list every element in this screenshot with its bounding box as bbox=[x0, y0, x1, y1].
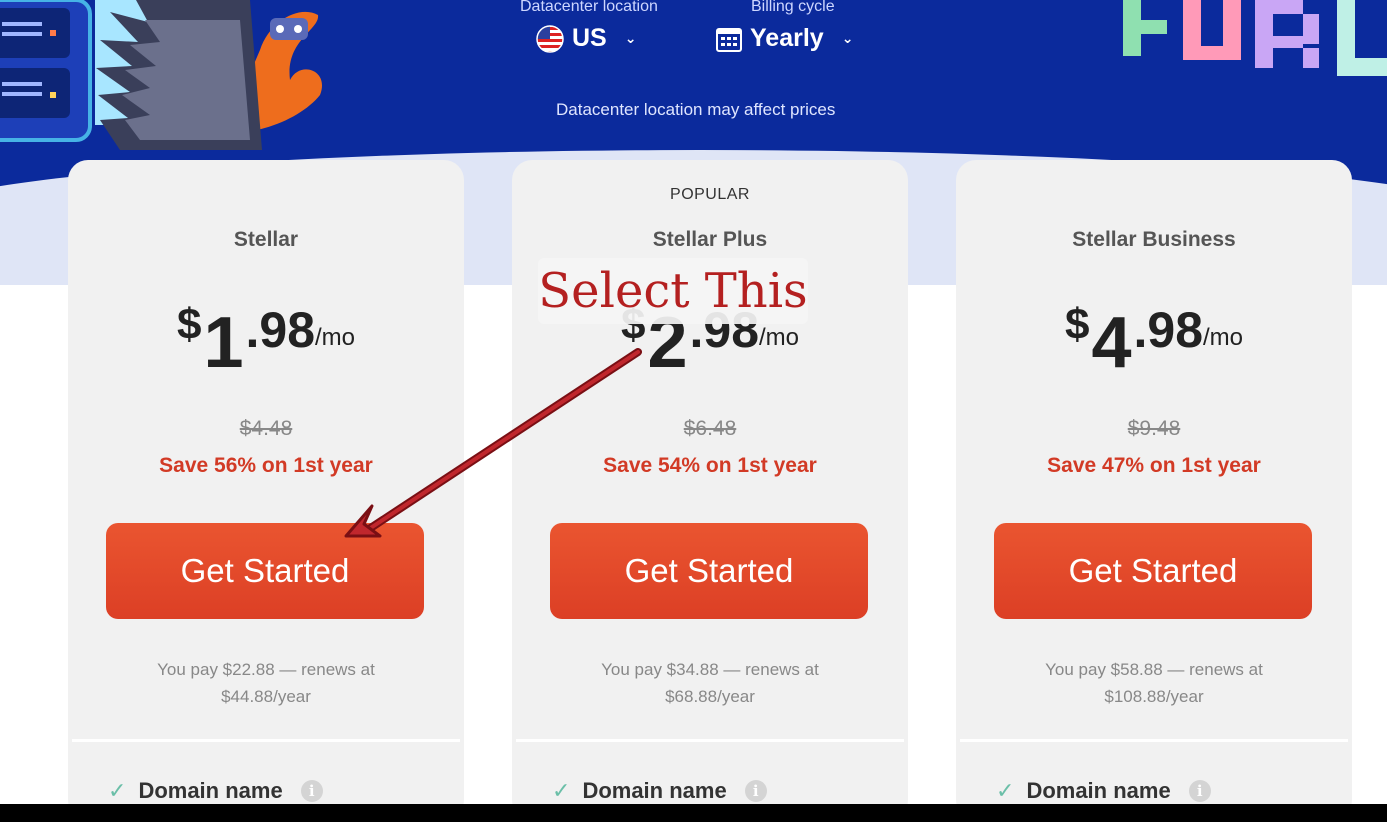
billing-dropdown[interactable]: Yearly ⌄ bbox=[716, 24, 853, 53]
feature-item: ✓ Domain name i bbox=[996, 778, 1211, 804]
location-dropdown[interactable]: US ⌄ bbox=[536, 24, 658, 53]
calendar-icon bbox=[716, 27, 742, 52]
datacenter-location-label: Datacenter location bbox=[520, 0, 658, 15]
price-dollars: 1 bbox=[203, 303, 244, 383]
price-period: /mo bbox=[759, 324, 800, 351]
divider bbox=[960, 739, 1348, 742]
chevron-down-icon: ⌄ bbox=[841, 30, 854, 46]
renew-line: $68.88/year bbox=[665, 687, 755, 706]
save-text: Save 56% on 1st year bbox=[159, 454, 373, 477]
get-started-button[interactable]: Get Started bbox=[550, 523, 868, 619]
plan-price: $4.98/mo bbox=[956, 300, 1352, 384]
price-currency: $ bbox=[176, 300, 202, 349]
plan-card-stellar: Stellar $1.98/mo $4.48 Save 56% on 1st y… bbox=[68, 160, 464, 820]
renew-text: You pay $34.88 — renews at $68.88/year bbox=[552, 656, 868, 710]
datacenter-location-selector: Datacenter location US ⌄ bbox=[520, 0, 658, 53]
price-period: /mo bbox=[315, 324, 356, 351]
popular-badge: POPULAR bbox=[670, 186, 750, 203]
plan-card-stellar-business: Stellar Business $4.98/mo $9.48 Save 47%… bbox=[956, 160, 1352, 820]
renew-line: You pay $58.88 — renews at bbox=[1045, 660, 1263, 679]
divider bbox=[72, 739, 460, 742]
feature-item: ✓ Domain name i bbox=[108, 778, 323, 804]
save-text: Save 54% on 1st year bbox=[603, 454, 817, 477]
plan-name: Stellar Business bbox=[1072, 228, 1236, 251]
old-price: $9.48 bbox=[1127, 417, 1181, 440]
check-icon: ✓ bbox=[108, 778, 127, 803]
renew-line: You pay $34.88 — renews at bbox=[601, 660, 819, 679]
renew-line: You pay $22.88 — renews at bbox=[157, 660, 375, 679]
renew-line: $44.88/year bbox=[221, 687, 311, 706]
feature-label: Domain name bbox=[582, 778, 727, 803]
info-icon[interactable]: i bbox=[1188, 780, 1211, 802]
bottom-bar bbox=[0, 804, 1387, 822]
renew-text: You pay $22.88 — renews at $44.88/year bbox=[108, 656, 424, 710]
feature-item: ✓ Domain name i bbox=[552, 778, 767, 804]
plan-name: Stellar Plus bbox=[652, 228, 768, 251]
divider bbox=[516, 739, 904, 742]
price-cents: .98 bbox=[245, 302, 316, 358]
info-icon[interactable]: i bbox=[744, 780, 767, 802]
billing-cycle-label: Billing cycle bbox=[751, 0, 835, 15]
billing-value: Yearly bbox=[750, 24, 824, 52]
get-started-button[interactable]: Get Started bbox=[106, 523, 424, 619]
feature-label: Domain name bbox=[1026, 778, 1171, 803]
renew-line: $108.88/year bbox=[1104, 687, 1204, 706]
us-flag-icon bbox=[536, 24, 564, 53]
hedgehog-illustration bbox=[0, 0, 323, 150]
price-dollars: 4 bbox=[1091, 303, 1132, 383]
info-icon[interactable]: i bbox=[300, 780, 323, 802]
feature-label: Domain name bbox=[138, 778, 283, 803]
billing-cycle-selector: Billing cycle Yearly ⌄ bbox=[716, 0, 853, 53]
datacenter-note: Datacenter location may affect prices bbox=[556, 100, 836, 119]
save-text: Save 47% on 1st year bbox=[1047, 454, 1261, 477]
price-period: /mo bbox=[1203, 324, 1244, 351]
renew-text: You pay $58.88 — renews at $108.88/year bbox=[996, 656, 1312, 710]
chevron-down-icon: ⌄ bbox=[624, 30, 637, 46]
old-price: $4.48 bbox=[239, 417, 293, 440]
old-price: $6.48 bbox=[683, 417, 737, 440]
plan-price: $1.98/mo bbox=[68, 300, 464, 384]
get-started-button[interactable]: Get Started bbox=[994, 523, 1312, 619]
check-icon: ✓ bbox=[552, 778, 571, 803]
plan-name: Stellar bbox=[233, 228, 299, 251]
pixel-letters-decoration bbox=[1123, 0, 1387, 76]
check-icon: ✓ bbox=[996, 778, 1015, 803]
price-cents: .98 bbox=[1133, 302, 1204, 358]
location-value: US bbox=[572, 24, 607, 52]
price-currency: $ bbox=[1064, 300, 1090, 349]
annotation-label: Select This bbox=[538, 258, 808, 324]
